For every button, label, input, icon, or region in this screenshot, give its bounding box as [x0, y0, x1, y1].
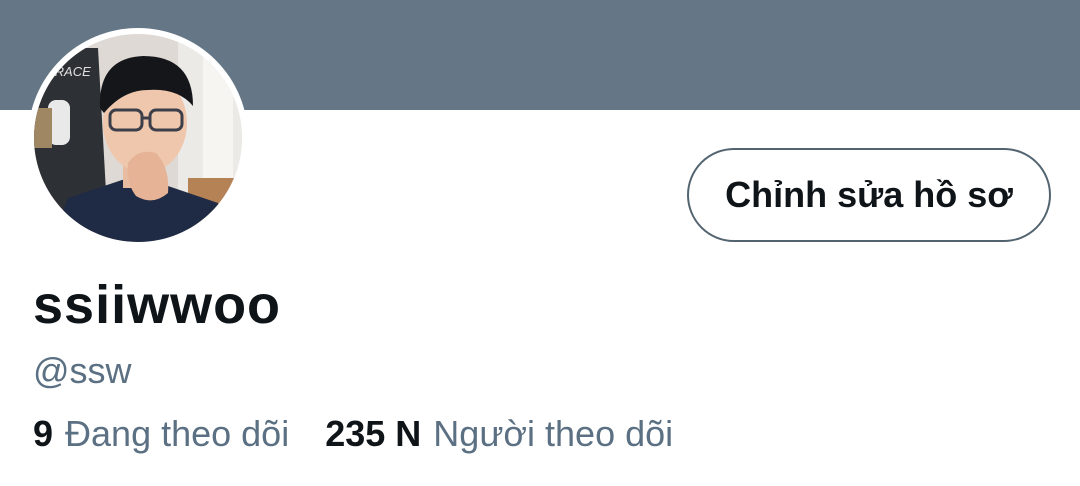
following-label: Đang theo dõi [65, 413, 290, 454]
edit-profile-button[interactable]: Chỉnh sửa hồ sơ [687, 148, 1051, 242]
avatar-photo: XRACE [34, 34, 242, 242]
follow-stats: 9 Đang theo dõi 235 N Người theo dõi [33, 416, 673, 452]
followers-label: Người theo dõi [433, 413, 674, 454]
followers-count: 235 N [325, 413, 422, 454]
display-name: ssiiwwoo [33, 275, 282, 335]
followers-stat[interactable]: 235 N Người theo dõi [325, 416, 673, 452]
profile-handle: @ssw [33, 350, 132, 391]
following-count: 9 [33, 413, 54, 454]
avatar[interactable]: XRACE [28, 28, 248, 248]
profile-header: XRACE Chỉnh sửa hồ sơ ssiiwwoo @ssw 9 Đa… [0, 0, 1080, 486]
following-stat[interactable]: 9 Đang theo dõi [33, 416, 289, 452]
